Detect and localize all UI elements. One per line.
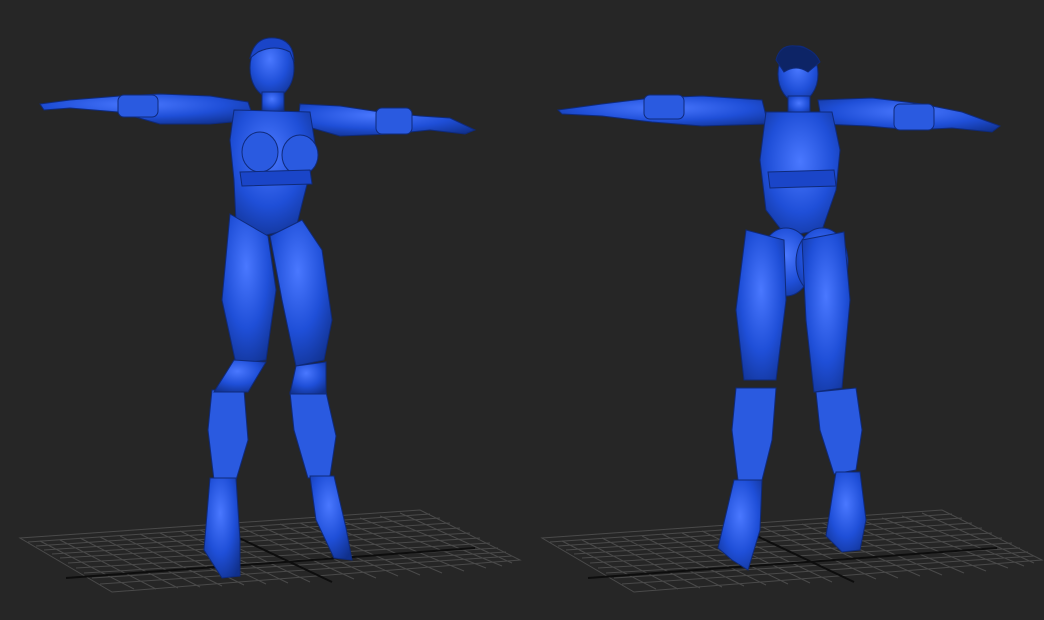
viewport-front[interactable] — [0, 0, 522, 620]
character-model-back[interactable] — [556, 45, 1002, 571]
character-model-front[interactable] — [39, 37, 477, 579]
modeling-workspace — [0, 0, 1044, 620]
viewport-front-canvas[interactable] — [0, 0, 522, 620]
viewport-back[interactable] — [522, 0, 1044, 620]
viewport-back-canvas[interactable] — [522, 0, 1044, 620]
